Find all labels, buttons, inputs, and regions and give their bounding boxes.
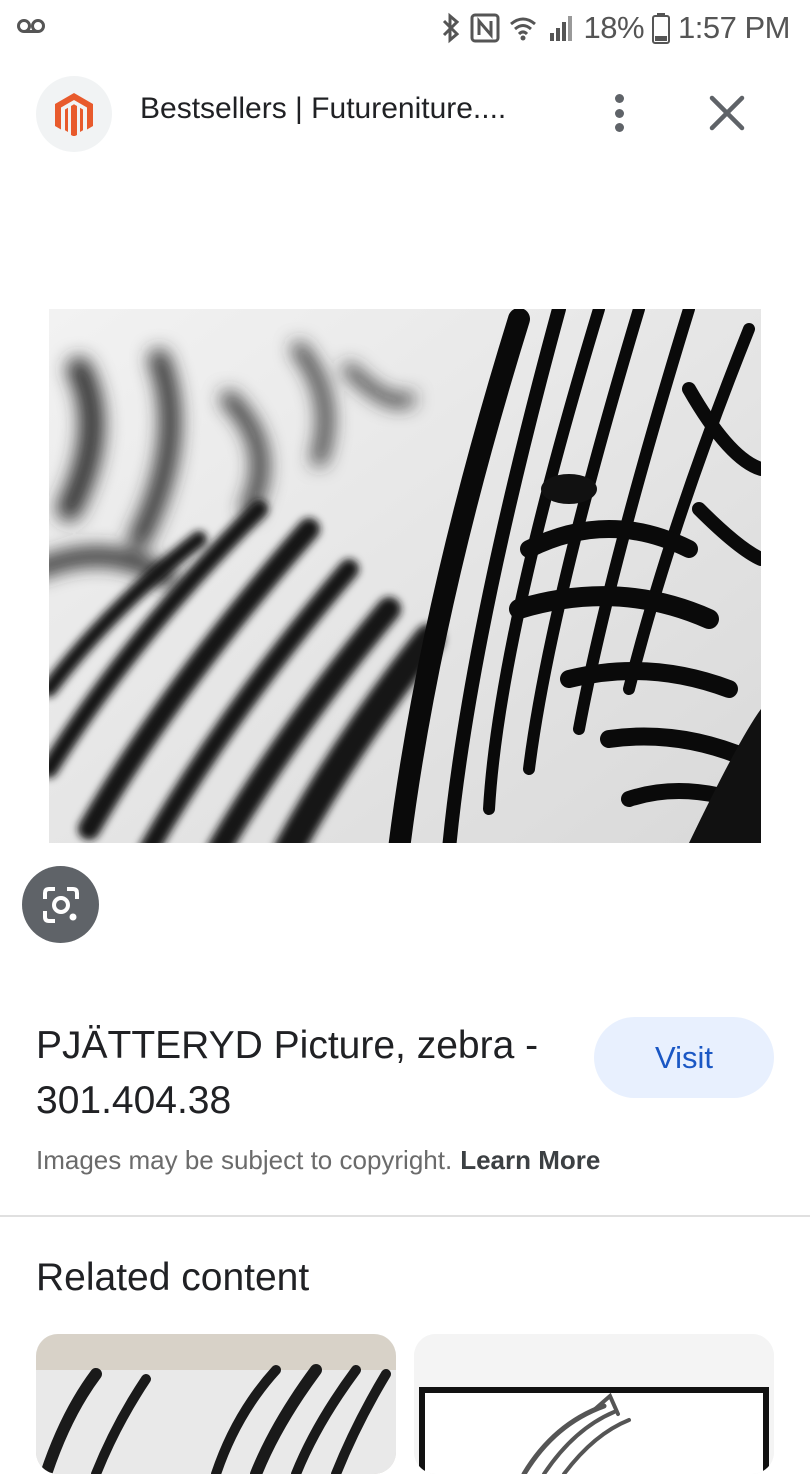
page-title: Bestsellers | Futureniture....	[140, 92, 507, 125]
magento-logo-icon	[55, 93, 93, 136]
product-title: PJÄTTERYD Picture, zebra - 301.404.38	[36, 1024, 539, 1122]
clock: 1:57 PM	[678, 10, 790, 45]
copyright-notice: Images may be subject to copyright. Learn…	[36, 1145, 600, 1176]
wifi-icon	[509, 17, 536, 41]
zebra-image[interactable]	[49, 309, 761, 843]
battery-icon	[652, 13, 671, 44]
zebra-eye	[541, 474, 597, 504]
lens-icon	[42, 886, 79, 923]
zebra-illustration	[49, 309, 761, 843]
more-dot-icon	[614, 123, 624, 132]
related-thumbnail-2	[414, 1334, 774, 1474]
header-bar: Bestsellers | Futureniture....	[0, 70, 810, 156]
bluetooth-icon	[442, 12, 459, 44]
related-card-zebra-print[interactable]	[414, 1334, 774, 1474]
battery-percent: 18%	[583, 10, 645, 45]
voicemail-icon	[17, 19, 45, 33]
related-thumbnail-1	[36, 1334, 396, 1474]
nfc-icon	[470, 13, 499, 43]
section-divider	[0, 1215, 810, 1217]
close-icon[interactable]	[700, 86, 754, 140]
visit-button[interactable]: Visit	[594, 1017, 774, 1098]
google-lens-button[interactable]	[22, 866, 99, 943]
more-dot-icon	[614, 94, 624, 103]
copyright-text: Images may be subject to copyright.	[36, 1145, 453, 1175]
status-bar: 18% 1:57 PM	[0, 0, 810, 56]
more-options-button[interactable]	[596, 88, 642, 138]
signal-icon	[549, 16, 572, 41]
related-content-heading: Related content	[36, 1256, 310, 1299]
site-favicon	[36, 76, 112, 152]
learn-more-link[interactable]: Learn More	[460, 1145, 600, 1175]
more-dot-icon	[614, 108, 624, 118]
related-card-zebra-canvas[interactable]	[36, 1334, 396, 1474]
